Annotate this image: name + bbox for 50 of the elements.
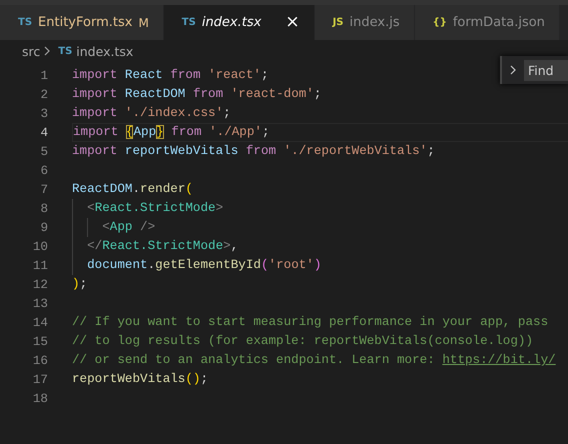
file-type-icon: JS	[332, 17, 344, 28]
file-type-icon: TS	[182, 17, 196, 28]
editor-tab[interactable]: JS index.js	[314, 5, 414, 40]
line-number: 2	[39, 88, 48, 102]
breadcrumb-folder[interactable]: src	[22, 44, 40, 58]
line-number: 5	[39, 144, 48, 158]
code-line: import {App} from './App';	[73, 124, 270, 141]
close-icon[interactable]: ×	[285, 14, 300, 31]
find-input[interactable]: Find	[524, 60, 568, 80]
code-line: import React from 'react';	[72, 67, 269, 84]
line-number: 6	[39, 164, 48, 178]
line-number: 14	[32, 316, 48, 330]
tab-label: index.js	[350, 15, 400, 30]
line-number: 4	[39, 126, 48, 140]
code-line: );	[72, 276, 88, 293]
code-line: // If you want to start measuring performance in your app, pass	[72, 314, 548, 331]
line-number: 11	[32, 258, 48, 272]
chevron-right-icon	[42, 45, 52, 57]
editor-tab[interactable]: TS EntityForm.tsx M	[0, 5, 163, 40]
line-number: 16	[32, 354, 48, 368]
line-number: 15	[32, 334, 48, 348]
tab-label: EntityForm.tsx	[38, 15, 132, 30]
editor-tab[interactable]: {} formData.json	[414, 5, 559, 40]
chevron-right-icon[interactable]	[508, 64, 518, 76]
line-number: 10	[32, 240, 48, 254]
file-type-icon: TS	[58, 46, 72, 56]
breadcrumb-file[interactable]: index.tsx	[76, 44, 134, 58]
line-number: 9	[39, 220, 48, 234]
code-line: reportWebVitals();	[72, 371, 208, 388]
editor-tab[interactable]: TS index.tsx ×	[164, 5, 314, 40]
tab-label: formData.json	[452, 15, 545, 30]
line-number: 8	[39, 202, 48, 216]
code-line: import reportWebVitals from './reportWebVitals';	[72, 143, 435, 160]
code-line: // or send to an analytics endpoint. Learn more: https://bit.ly/	[72, 352, 556, 369]
line-number: 12	[32, 278, 48, 292]
line-number: 13	[32, 296, 48, 310]
tab-label: index.tsx	[202, 15, 262, 30]
modified-indicator: M	[138, 16, 149, 30]
line-number: 7	[39, 182, 48, 196]
line-number: 1	[39, 68, 48, 82]
code-line: import ReactDOM from 'react-dom';	[72, 86, 322, 103]
code-line: import './index.css';	[72, 105, 231, 122]
code-link[interactable]: https://bit.ly/	[442, 353, 556, 367]
file-type-icon: {}	[432, 17, 447, 28]
line-number: 17	[32, 372, 48, 386]
file-type-icon: TS	[18, 17, 32, 28]
line-number: 3	[39, 106, 48, 120]
line-number: 18	[32, 392, 48, 406]
code-line: ReactDOM.render(	[72, 181, 193, 198]
code-line: // to log results (for example: reportWebVitals(console.log))	[72, 333, 534, 350]
